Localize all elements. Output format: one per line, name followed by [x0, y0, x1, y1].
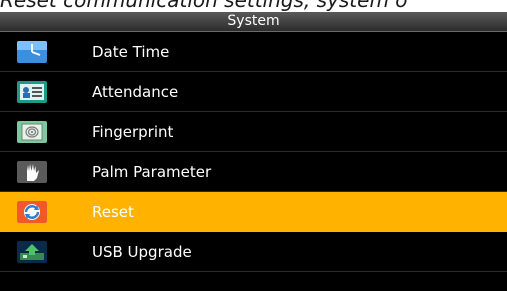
menu-item-label: Fingerprint	[92, 123, 174, 141]
menu-item-fingerprint[interactable]: Fingerprint	[0, 112, 507, 152]
caption-text: Reset communication settings, system o	[0, 0, 408, 12]
palm-icon	[17, 161, 47, 183]
menu-item-label: Reset	[92, 203, 134, 221]
reset-icon	[17, 201, 47, 223]
menu-item-date-time[interactable]: Date Time	[0, 32, 507, 72]
attendance-icon	[17, 81, 47, 103]
menu-item-label: Date Time	[92, 43, 170, 61]
window-title: System	[0, 12, 507, 32]
menu-item-attendance[interactable]: Attendance	[0, 72, 507, 112]
menu-item-palm-parameter[interactable]: Palm Parameter	[0, 152, 507, 192]
menu-item-reset[interactable]: Reset	[0, 192, 507, 232]
menu-item-usb-upgrade[interactable]: USB Upgrade	[0, 232, 507, 272]
menu-item-label: USB Upgrade	[92, 243, 192, 261]
clock-icon	[17, 41, 47, 63]
fingerprint-icon	[17, 121, 47, 143]
menu-item-label: Attendance	[92, 83, 179, 101]
menu-item-label: Palm Parameter	[92, 163, 212, 181]
system-menu-screen: System Date Time Attendance Fingerprint …	[0, 12, 507, 291]
usb-upgrade-icon	[17, 241, 47, 263]
